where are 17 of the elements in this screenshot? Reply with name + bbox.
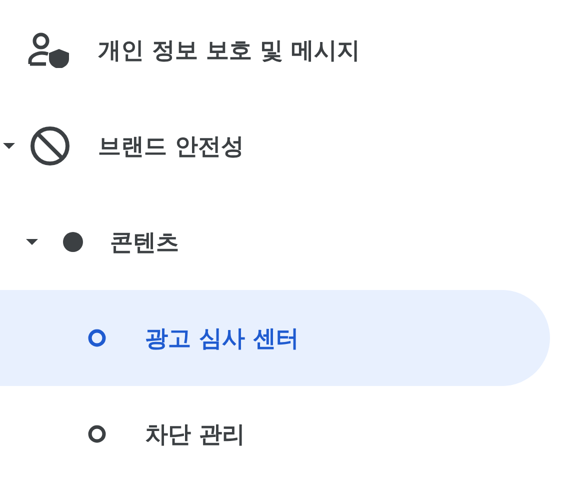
caret-icon[interactable] — [3, 140, 15, 152]
nav-item[interactable]: 브랜드 안전성 — [0, 98, 550, 194]
nav-label: 개인 정보 보호 및 메시지 — [98, 36, 360, 66]
nav-label: 브랜드 안전성 — [98, 132, 244, 162]
nav-item[interactable]: 콘텐츠 — [0, 194, 550, 290]
nav-label: 콘텐츠 — [110, 228, 179, 258]
caret-icon[interactable] — [26, 236, 38, 248]
circle-icon — [88, 329, 106, 347]
nav-item[interactable]: 차단 관리 — [0, 386, 550, 482]
circle-icon — [88, 425, 106, 443]
nav-label: 광고 심사 센터 — [145, 324, 300, 354]
nav-item[interactable]: 개인 정보 보호 및 메시지 — [0, 2, 550, 98]
nav-label: 차단 관리 — [145, 420, 246, 450]
ban-icon — [30, 126, 70, 166]
nav-item[interactable]: 광고 심사 센터 — [0, 290, 550, 386]
dot-icon — [63, 232, 83, 252]
person-shield-icon — [28, 32, 72, 68]
